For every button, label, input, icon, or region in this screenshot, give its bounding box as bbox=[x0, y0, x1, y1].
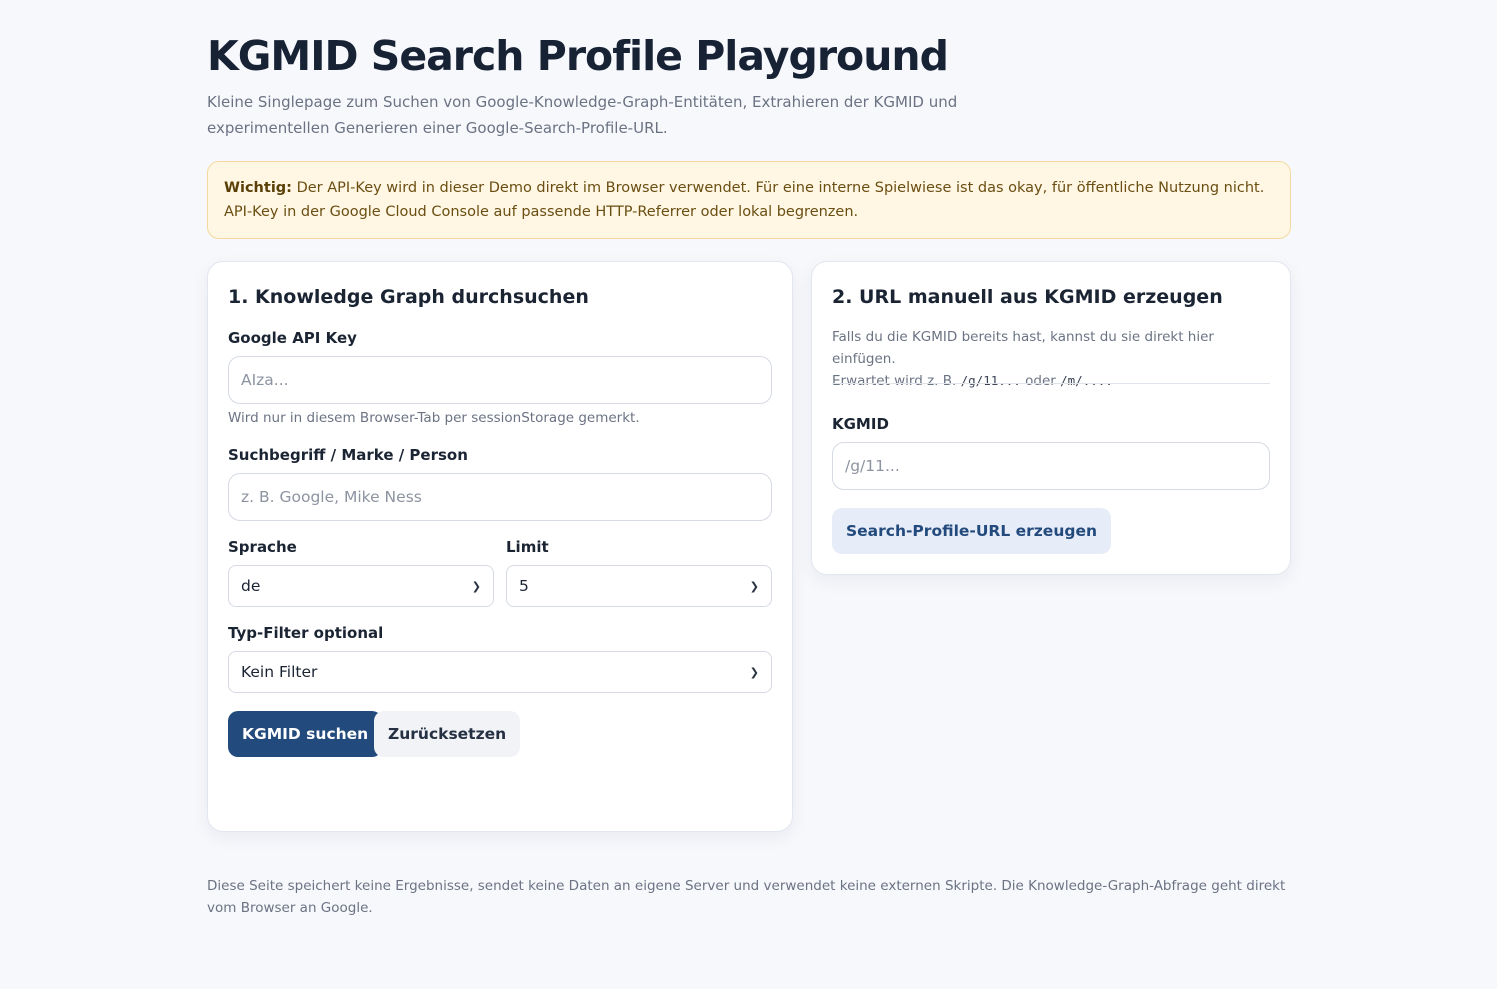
footer-note: Diese Seite speichert keine Ergebnisse, … bbox=[207, 878, 1286, 916]
warning-notice: Wichtig: Der API-Key wird in dieser Demo… bbox=[207, 161, 1291, 239]
chevron-down-icon: ❯ bbox=[471, 579, 481, 593]
api-key-input[interactable] bbox=[228, 356, 772, 404]
manual-desc-line1: Falls du die KGMID bereits hast, kannst … bbox=[832, 329, 1214, 367]
manual-card-title: 2. URL manuell aus KGMID erzeugen bbox=[832, 286, 1223, 308]
notice-text: Der API-Key wird in dieser Demo direkt i… bbox=[224, 180, 1265, 220]
type-filter-selected-value: Kein Filter bbox=[241, 663, 318, 681]
example-kgmid-g: /g/11... bbox=[960, 373, 1021, 388]
chevron-down-icon: ❯ bbox=[749, 579, 759, 593]
generate-url-button[interactable]: Search-Profile-URL erzeugen bbox=[832, 508, 1111, 554]
divider bbox=[832, 383, 1270, 384]
search-card-title: 1. Knowledge Graph durchsuchen bbox=[228, 286, 589, 308]
query-input[interactable] bbox=[228, 473, 772, 521]
api-key-hint: Wird nur in diesem Browser-Tab per sessi… bbox=[228, 410, 640, 426]
limit-label: Limit bbox=[506, 538, 549, 556]
type-filter-select[interactable]: Kein Filter ❯ bbox=[228, 651, 772, 693]
limit-select[interactable]: 5 ❯ bbox=[506, 565, 772, 607]
language-select[interactable]: de ❯ bbox=[228, 565, 494, 607]
example-kgmid-m: /m/.... bbox=[1060, 373, 1113, 388]
kgmid-search-button[interactable]: KGMID suchen bbox=[228, 711, 383, 757]
notice-label: Wichtig: bbox=[224, 180, 292, 196]
page-intro: Kleine Singlepage zum Suchen von Google-… bbox=[207, 93, 958, 137]
query-label: Suchbegriff / Marke / Person bbox=[228, 446, 468, 464]
manual-desc-prefix: Erwartet wird z. B. bbox=[832, 373, 957, 389]
manual-card: 2. URL manuell aus KGMID erzeugen Falls … bbox=[811, 261, 1291, 575]
language-label: Sprache bbox=[228, 538, 297, 556]
chevron-down-icon: ❯ bbox=[749, 665, 759, 679]
api-key-label: Google API Key bbox=[228, 329, 357, 347]
reset-button[interactable]: Zurücksetzen bbox=[374, 711, 521, 757]
language-selected-value: de bbox=[241, 577, 261, 595]
search-card: 1. Knowledge Graph durchsuchen Google AP… bbox=[207, 261, 793, 832]
kgmid-label: KGMID bbox=[832, 415, 889, 433]
type-filter-label: Typ-Filter optional bbox=[228, 624, 384, 642]
manual-desc-or: oder bbox=[1025, 373, 1056, 389]
kgmid-input[interactable] bbox=[832, 442, 1270, 490]
page-title: KGMID Search Profile Playground bbox=[207, 32, 949, 80]
limit-selected-value: 5 bbox=[519, 577, 529, 595]
